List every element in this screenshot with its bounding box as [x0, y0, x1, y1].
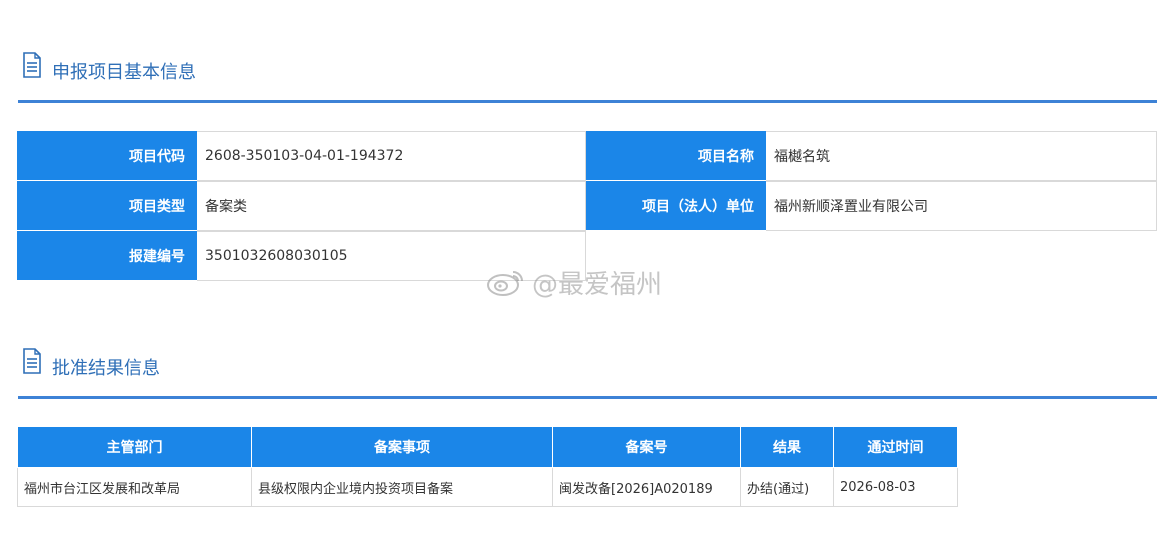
basic-info-table: 项目代码 2608-350103-04-01-194372 项目名称 福樾名筑 … — [17, 131, 1157, 281]
column-header-date: 通过时间 — [833, 427, 958, 468]
cell-item: 县级权限内企业境内投资项目备案 — [251, 467, 553, 507]
table-row: 福州市台江区发展和改革局 县级权限内企业境内投资项目备案 闽发改备[2026]A… — [17, 467, 958, 507]
cell-date: 2026-08-03 — [833, 467, 958, 507]
document-icon — [23, 348, 41, 374]
cell-result: 办结(通过) — [740, 467, 834, 507]
table-header-row: 主管部门 备案事项 备案号 结果 通过时间 — [17, 427, 958, 468]
project-type-value: 备案类 — [197, 181, 586, 231]
column-header-item: 备案事项 — [251, 427, 553, 468]
section-title: 申报项目基本信息 — [52, 62, 196, 83]
section-header-approval: 批准结果信息 — [18, 348, 1157, 399]
section-title: 批准结果信息 — [52, 358, 160, 379]
document-icon — [23, 52, 41, 78]
project-code-label: 项目代码 — [17, 131, 197, 181]
approval-table: 主管部门 备案事项 备案号 结果 通过时间 福州市台江区发展和改革局 县级权限内… — [17, 427, 958, 507]
project-name-value: 福樾名筑 — [766, 131, 1157, 181]
cell-record-no: 闽发改备[2026]A020189 — [552, 467, 741, 507]
info-row: 报建编号 3501032608030105 — [17, 231, 1157, 281]
project-name-label: 项目名称 — [586, 131, 766, 181]
column-header-record-no: 备案号 — [552, 427, 741, 468]
build-no-value: 3501032608030105 — [197, 231, 586, 281]
build-no-label: 报建编号 — [17, 231, 197, 281]
project-type-label: 项目类型 — [17, 181, 197, 231]
column-header-result: 结果 — [740, 427, 834, 468]
info-row: 项目代码 2608-350103-04-01-194372 项目名称 福樾名筑 — [17, 131, 1157, 181]
project-code-value: 2608-350103-04-01-194372 — [197, 131, 586, 181]
legal-unit-label: 项目（法人）单位 — [586, 181, 766, 231]
cell-dept: 福州市台江区发展和改革局 — [17, 467, 252, 507]
legal-unit-value: 福州新顺泽置业有限公司 — [766, 181, 1157, 231]
info-row: 项目类型 备案类 项目（法人）单位 福州新顺泽置业有限公司 — [17, 181, 1157, 231]
section-header-basic-info: 申报项目基本信息 — [18, 52, 1157, 103]
column-header-dept: 主管部门 — [17, 427, 252, 468]
